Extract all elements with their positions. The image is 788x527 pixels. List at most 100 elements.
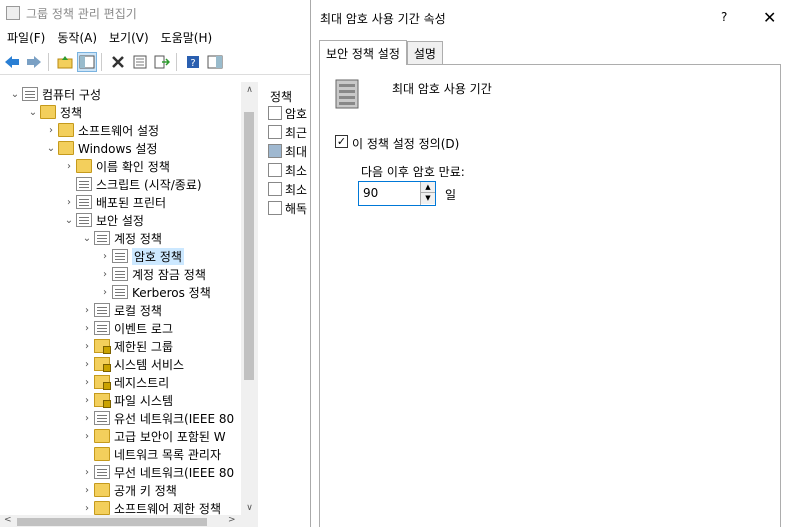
chevron-right-icon[interactable]: › [80, 503, 94, 514]
up-folder-icon[interactable] [55, 52, 75, 72]
delete-icon[interactable] [108, 52, 128, 72]
chevron-right-icon[interactable]: › [80, 395, 94, 406]
list-item[interactable]: 최소 [268, 161, 307, 179]
menu-view[interactable]: 보기(V) [109, 29, 149, 46]
tree-item[interactable]: ⌄ 보안 설정 [62, 211, 144, 229]
chevron-right-icon[interactable]: › [80, 431, 94, 442]
chevron-down-icon[interactable]: ⌄ [8, 89, 22, 100]
spin-up-icon[interactable]: ▲ [421, 182, 435, 193]
menu-file[interactable]: 파일(F) [7, 29, 45, 46]
tree-item[interactable]: ⌄ 정책 [26, 103, 82, 121]
chevron-right-icon[interactable]: › [80, 413, 94, 424]
list-item-label: 최대 [285, 144, 308, 159]
define-policy-checkbox[interactable]: ✓ [335, 135, 348, 148]
tree-item[interactable]: ⌄ 컴퓨터 구성 [8, 85, 101, 103]
show-pane-icon[interactable] [205, 52, 225, 72]
title-bar: 그룹 정책 관리 편집기 [0, 0, 310, 26]
tree-item[interactable]: › 소프트웨어 설정 [44, 121, 159, 139]
chevron-down-icon[interactable]: ⌄ [80, 233, 94, 244]
window-title: 그룹 정책 관리 편집기 [26, 6, 137, 21]
list-header[interactable]: 정책 [270, 87, 292, 105]
tab-security-policy-setting[interactable]: 보안 정책 설정 [319, 40, 407, 65]
spin-down-icon[interactable]: ▼ [421, 193, 435, 204]
tab-panel [319, 64, 781, 527]
chevron-down-icon[interactable]: ⌄ [62, 215, 76, 226]
properties-icon[interactable] [130, 52, 150, 72]
menu-help[interactable]: 도움말(H) [161, 29, 213, 46]
export-list-icon[interactable] [152, 52, 172, 72]
chevron-right-icon[interactable]: › [98, 251, 112, 262]
tree-item[interactable]: ⌄ Windows 설정 [44, 139, 157, 157]
tree-item[interactable]: 네트워크 목록 관리자 [80, 445, 221, 463]
chevron-right-icon[interactable]: › [80, 305, 94, 316]
tree-item-label: 컴퓨터 구성 [42, 87, 102, 102]
tree-item[interactable]: › Kerberos 정책 [98, 283, 211, 301]
tree-item[interactable]: › 레지스트리 [80, 373, 169, 391]
chevron-right-icon[interactable]: › [80, 359, 94, 370]
dialog-title: 최대 암호 사용 기간 속성 [320, 12, 446, 26]
folder-icon [94, 483, 110, 497]
chevron-right-icon[interactable]: › [98, 287, 112, 298]
tree-item[interactable]: › 이벤트 로그 [80, 319, 173, 337]
tree-item[interactable]: ⌄ 계정 정책 [80, 229, 162, 247]
tree-item[interactable]: › 파일 시스템 [80, 391, 173, 409]
chevron-right-icon[interactable]: › [80, 323, 94, 334]
menu-action[interactable]: 동작(A) [57, 29, 97, 46]
folder-icon [76, 159, 92, 173]
tree-item-label: 스크립트 (시작/종료) [96, 177, 202, 192]
list-item[interactable]: 최대 [268, 142, 307, 160]
list-item-label: 최소 [285, 163, 308, 178]
help-button[interactable]: ? [721, 10, 727, 24]
list-item[interactable]: 해독 [268, 199, 307, 217]
tree-item[interactable]: › 고급 보안이 포함된 W [80, 427, 226, 445]
chevron-right-icon[interactable]: › [80, 485, 94, 496]
tree-item[interactable]: › 배포된 프린터 [62, 193, 166, 211]
tree-item-label: 소프트웨어 제한 정책 [114, 501, 221, 516]
spinner-buttons: ▲ ▼ [420, 182, 435, 205]
chevron-right-icon[interactable]: › [98, 269, 112, 280]
list-item[interactable]: 최소 [268, 180, 307, 198]
forward-icon[interactable] [24, 52, 44, 72]
tree-item[interactable]: › 이름 확인 정책 [62, 157, 170, 175]
list-item[interactable]: 암호 [268, 104, 307, 122]
chevron-right-icon[interactable]: › [80, 467, 94, 478]
tree-hscroll-thumb[interactable] [17, 518, 207, 526]
chevron-right-icon[interactable]: › [80, 377, 94, 388]
define-policy-label[interactable]: 이 정책 설정 정의(D) [352, 135, 459, 152]
help-icon[interactable]: ? [183, 52, 203, 72]
tree-scroll-thumb[interactable] [244, 112, 254, 380]
tree-item[interactable]: › 암호 정책 [98, 247, 184, 265]
show-hide-tree-icon[interactable] [77, 51, 97, 72]
tree-item-label: 레지스트리 [114, 375, 170, 390]
tree-item-label: 파일 시스템 [114, 393, 174, 408]
wireless-network-icon [94, 465, 110, 479]
chevron-right-icon[interactable]: › [62, 197, 76, 208]
tab-explain[interactable]: 설명 [406, 41, 443, 65]
tree-item-label: 공개 키 정책 [114, 483, 177, 498]
chevron-down-icon[interactable]: ⌄ [26, 107, 40, 118]
list-item-label: 해독 [285, 201, 308, 216]
tree-item[interactable]: › 로컬 정책 [80, 301, 162, 319]
chevron-down-icon[interactable]: ⌄ [44, 143, 58, 154]
tree-item[interactable]: › 공개 키 정책 [80, 481, 177, 499]
chevron-right-icon[interactable]: › [44, 125, 58, 136]
firewall-icon [94, 429, 110, 443]
list-item-label: 최소 [285, 182, 308, 197]
tree-item[interactable]: › 유선 네트워크(IEEE 80 [80, 409, 234, 427]
tree-item[interactable]: › 시스템 서비스 [80, 355, 184, 373]
back-icon[interactable] [2, 52, 22, 72]
tree-item-label: 고급 보안이 포함된 W [114, 429, 226, 444]
list-item[interactable]: 최근 [268, 123, 307, 141]
expire-days-value[interactable]: 90 [363, 186, 378, 200]
close-button[interactable]: ✕ [763, 8, 776, 27]
chevron-right-icon[interactable]: › [80, 341, 94, 352]
tree-item[interactable]: › 계정 잠금 정책 [98, 265, 206, 283]
tree-item[interactable]: › 제한된 그룹 [80, 337, 173, 355]
expire-days-spinner[interactable]: 90 ▲ ▼ [358, 181, 436, 206]
tree-item[interactable]: › 무선 네트워크(IEEE 80 [80, 463, 234, 481]
tree-item-label: 시스템 서비스 [114, 357, 185, 372]
tree-item-label: 계정 정책 [114, 231, 162, 246]
chevron-right-icon[interactable]: › [62, 161, 76, 172]
tree-item[interactable]: 스크립트 (시작/종료) [62, 175, 202, 193]
tree-item-label: 계정 잠금 정책 [132, 267, 206, 282]
